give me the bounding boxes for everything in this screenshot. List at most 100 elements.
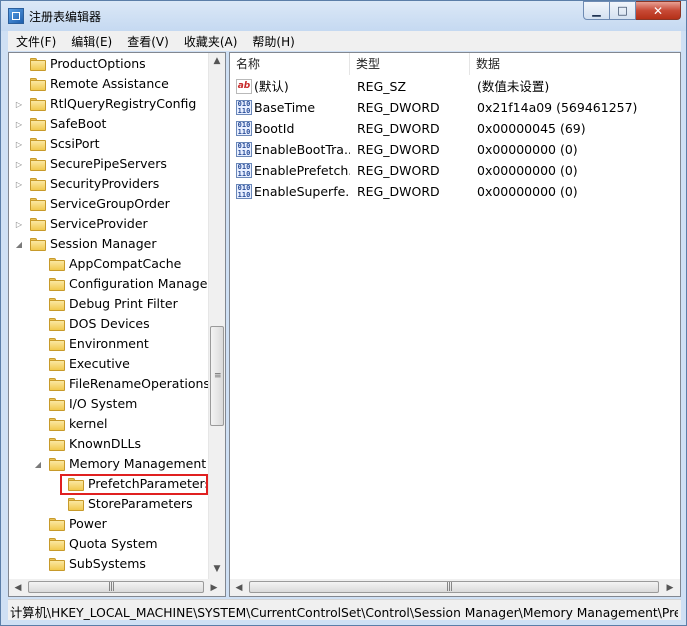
- expander-icon[interactable]: [34, 300, 42, 308]
- tree-item[interactable]: Executive: [9, 354, 209, 374]
- registry-editor-window: 注册表编辑器 ▁ □ ✕ 文件(F) 编辑(E) 查看(V) 收藏夹(A) 帮助…: [0, 0, 687, 626]
- expander-icon[interactable]: [53, 500, 61, 508]
- column-header-data[interactable]: 数据: [470, 53, 680, 75]
- tree-item[interactable]: kernel: [9, 414, 209, 434]
- expander-icon[interactable]: [15, 200, 23, 208]
- tree-item[interactable]: Environment: [9, 334, 209, 354]
- column-header-name[interactable]: 名称: [230, 53, 350, 75]
- tree-item[interactable]: ProductOptions: [9, 54, 209, 74]
- scroll-up-arrow-icon[interactable]: ▲: [209, 53, 225, 69]
- tree-hscroll-thumb[interactable]: |||: [28, 581, 204, 593]
- tree-horizontal-scrollbar[interactable]: ◀ ||| ▶: [9, 579, 225, 596]
- expander-icon[interactable]: [34, 360, 42, 368]
- tree-item[interactable]: ◢ Session Manager: [9, 234, 209, 254]
- tree-item-label: Configuration Manager: [69, 276, 213, 291]
- value-data: 0x00000045 (69): [477, 121, 586, 136]
- tree-item[interactable]: I/O System: [9, 394, 209, 414]
- table-row[interactable]: ab (默认) REG_SZ (数值未设置): [230, 76, 680, 97]
- tree-item[interactable]: ▷ ServiceProvider: [9, 214, 209, 234]
- table-row[interactable]: 010 110 BaseTime REG_DWORD 0x21f14a09 (5694…: [230, 97, 680, 118]
- expander-icon[interactable]: [34, 320, 42, 328]
- tree-item[interactable]: ServiceGroupOrder: [9, 194, 209, 214]
- list-horizontal-scrollbar[interactable]: ◀ ||| ▶: [230, 579, 680, 596]
- tree-item-label: Memory Management: [69, 456, 207, 471]
- tree-item[interactable]: FileRenameOperations: [9, 374, 210, 394]
- window-controls: ▁ □ ✕: [583, 1, 681, 20]
- menu-help[interactable]: 帮助(H): [244, 33, 301, 50]
- tree-item[interactable]: StoreParameters: [9, 494, 209, 514]
- tree-item-label: FileRenameOperations: [69, 376, 210, 391]
- expander-icon[interactable]: ▷: [15, 220, 23, 229]
- expander-icon[interactable]: ▷: [15, 160, 23, 169]
- tree-item[interactable]: Power: [9, 514, 209, 534]
- expander-icon[interactable]: [15, 60, 23, 68]
- menu-file[interactable]: 文件(F): [8, 33, 63, 50]
- expander-icon[interactable]: ▷: [15, 180, 23, 189]
- tree-item[interactable]: SubSystems: [9, 554, 209, 574]
- table-row[interactable]: 010 110 EnableSuperfe... REG_DWORD 0x000000…: [230, 181, 680, 202]
- list-scroll-right-arrow-icon[interactable]: ▶: [662, 580, 678, 596]
- tree-item[interactable]: Configuration Manager: [9, 274, 213, 294]
- list-hscroll-thumb[interactable]: |||: [249, 581, 659, 593]
- tree-item[interactable]: Remote Assistance: [9, 74, 209, 94]
- expander-icon[interactable]: [34, 540, 42, 548]
- tree-vertical-scrollbar[interactable]: ▲ ≡ ▼: [208, 53, 225, 579]
- tree-item-label: SubSystems: [69, 556, 146, 571]
- tree-item[interactable]: Quota System: [9, 534, 209, 554]
- tree-scroll-thumb[interactable]: ≡: [210, 326, 224, 426]
- expander-icon[interactable]: [34, 400, 42, 408]
- tree-item[interactable]: KnownDLLs: [9, 434, 209, 454]
- expander-icon[interactable]: [34, 280, 42, 288]
- window-title: 注册表编辑器: [29, 10, 102, 24]
- column-header-type[interactable]: 类型: [350, 53, 470, 75]
- tree-item[interactable]: ▷ SecurePipeServers: [9, 154, 209, 174]
- menu-view[interactable]: 查看(V): [119, 33, 176, 50]
- expander-icon[interactable]: ▷: [15, 100, 23, 109]
- tree-item[interactable]: ▷ ScsiPort: [9, 134, 209, 154]
- folder-icon: [49, 538, 65, 551]
- tree-item-label: StoreParameters: [88, 496, 193, 511]
- scroll-down-arrow-icon[interactable]: ▼: [209, 561, 225, 577]
- tree-item[interactable]: ▷ RtlQueryRegistryConfig: [9, 94, 209, 114]
- value-type: REG_DWORD: [357, 100, 440, 115]
- folder-icon: [49, 378, 65, 391]
- tree-item[interactable]: DOS Devices: [9, 314, 209, 334]
- maximize-button[interactable]: □: [610, 1, 636, 20]
- values-list-pane[interactable]: 名称 类型 数据 ab (默认) REG_SZ (数值未设置) 010 110 BaseT…: [229, 52, 681, 597]
- table-row[interactable]: 010 110 EnablePrefetch... REG_DWORD 0x00000…: [230, 160, 680, 181]
- expander-icon[interactable]: [34, 340, 42, 348]
- expander-icon[interactable]: [15, 80, 23, 88]
- menu-edit[interactable]: 编辑(E): [63, 33, 119, 50]
- expander-icon[interactable]: [34, 560, 42, 568]
- title-bar[interactable]: 注册表编辑器 ▁ □ ✕: [1, 1, 686, 31]
- tree-item[interactable]: ▷ SafeBoot: [9, 114, 209, 134]
- expander-icon[interactable]: [34, 440, 42, 448]
- folder-icon: [30, 218, 46, 231]
- expander-icon[interactable]: ▷: [15, 140, 23, 149]
- list-scroll-left-arrow-icon[interactable]: ◀: [231, 580, 247, 596]
- tree-item[interactable]: ◢ Memory Management: [9, 454, 209, 474]
- expander-icon[interactable]: [34, 520, 42, 528]
- menu-favorites[interactable]: 收藏夹(A): [176, 33, 245, 50]
- tree-item[interactable]: Debug Print Filter: [9, 294, 209, 314]
- folder-icon: [49, 558, 65, 571]
- folder-icon: [68, 498, 84, 511]
- scroll-left-arrow-icon[interactable]: ◀: [10, 580, 26, 596]
- column-headers: 名称 类型 数据: [230, 53, 680, 75]
- expander-icon[interactable]: ◢: [34, 460, 42, 469]
- minimize-button[interactable]: ▁: [583, 1, 610, 20]
- key-tree-pane[interactable]: ProductOptions Remote Assistance ▷ RtlQuery…: [8, 52, 226, 597]
- scroll-right-arrow-icon[interactable]: ▶: [206, 580, 222, 596]
- tree-item[interactable]: AppCompatCache: [9, 254, 209, 274]
- expander-icon[interactable]: ▷: [15, 120, 23, 129]
- table-row[interactable]: 010 110 BootId REG_DWORD 0x00000045 (69): [230, 118, 680, 139]
- close-button[interactable]: ✕: [636, 1, 681, 20]
- expander-icon[interactable]: [34, 420, 42, 428]
- tree-item[interactable]: ▷ SecurityProviders: [9, 174, 209, 194]
- expander-icon[interactable]: [34, 260, 42, 268]
- expander-icon[interactable]: [34, 380, 42, 388]
- tree-item-label: Environment: [69, 336, 149, 351]
- table-row[interactable]: 010 110 EnableBootTra... REG_DWORD 0x000000…: [230, 139, 680, 160]
- expander-icon[interactable]: ◢: [15, 240, 23, 249]
- tree-item-label: SecurePipeServers: [50, 156, 167, 171]
